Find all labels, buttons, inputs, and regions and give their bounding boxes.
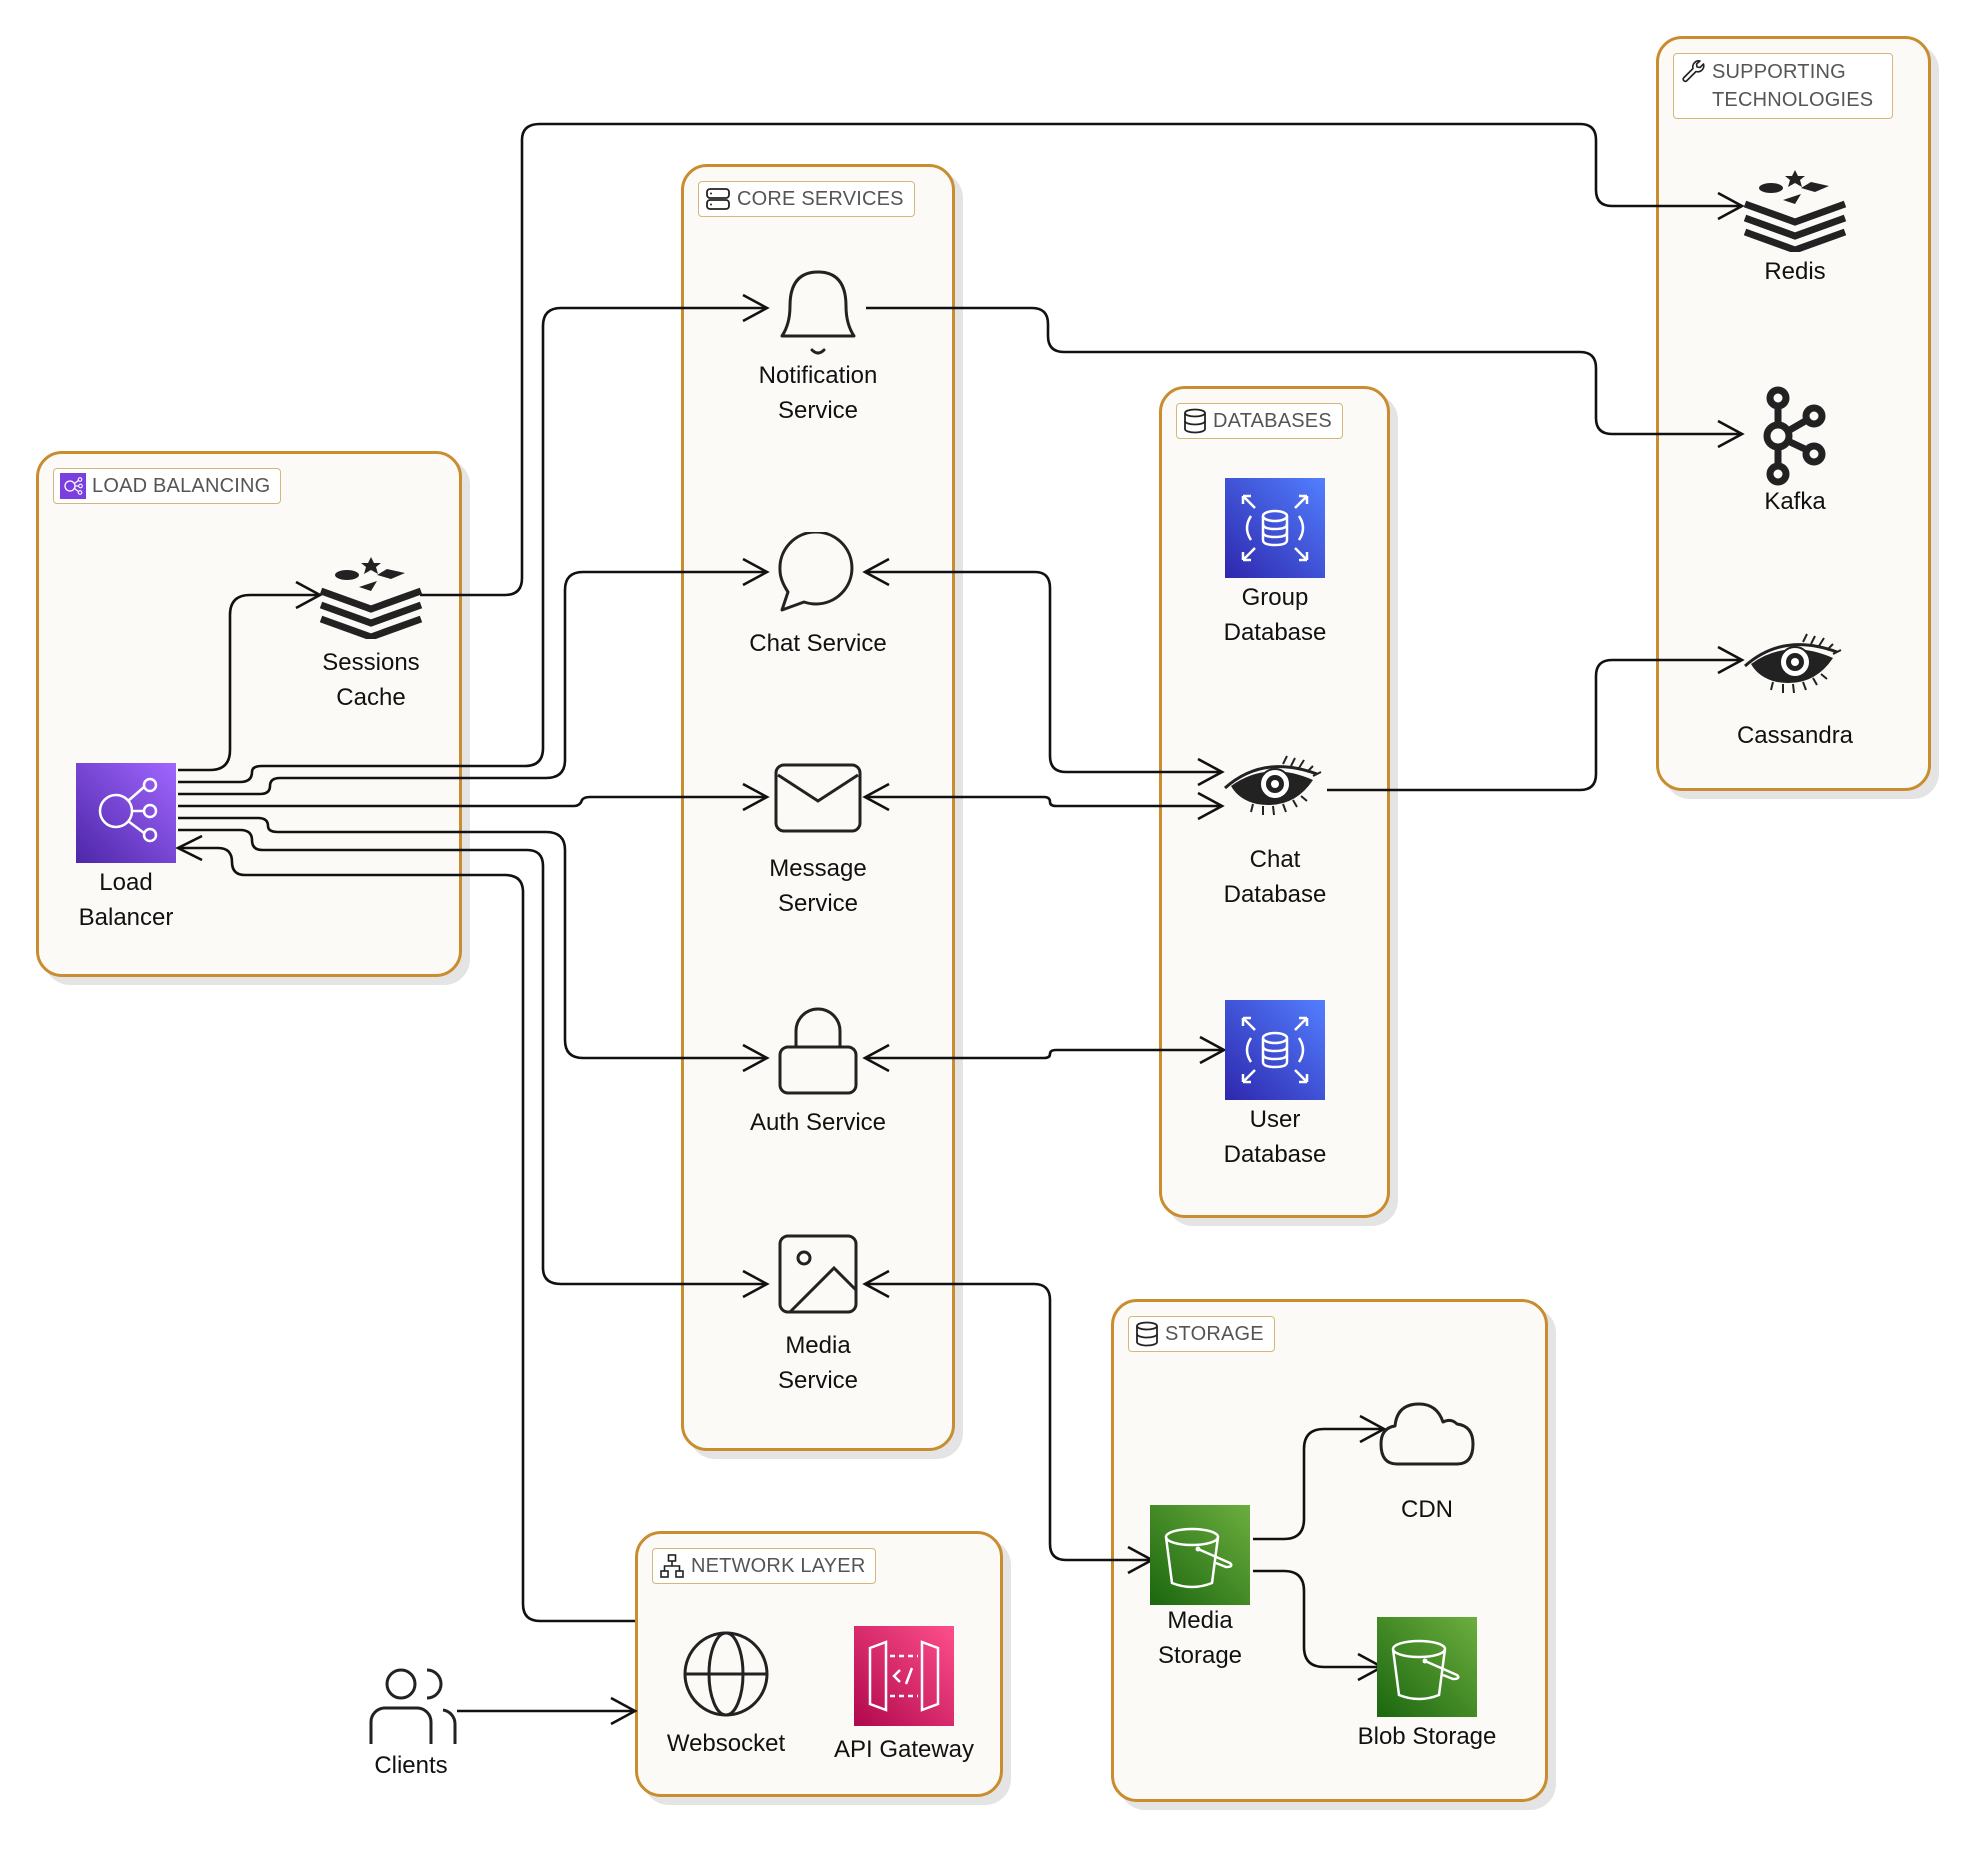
node-group-database[interactable]: Group Database	[1195, 478, 1355, 650]
group-title: DATABASES	[1213, 410, 1332, 432]
node-label: Cassandra	[1736, 722, 1854, 749]
group-title: NETWORK LAYER	[691, 1555, 866, 1577]
node-label: Load Balancer	[78, 869, 174, 931]
group-label-supporting-technologies: SUPPORTING TECHNOLOGIES	[1673, 53, 1893, 119]
node-chat-database[interactable]: Chat Database	[1195, 754, 1355, 912]
node-kafka[interactable]: Kafka	[1725, 386, 1865, 519]
node-cassandra[interactable]: Cassandra	[1725, 632, 1865, 753]
group-title: STORAGE	[1165, 1323, 1264, 1345]
node-label: API Gateway	[833, 1736, 975, 1763]
wrench-icon	[1682, 60, 1705, 83]
node-label: Group Database	[1223, 584, 1327, 646]
node-media-storage[interactable]: Media Storage	[1130, 1505, 1270, 1673]
redis-icon	[1743, 168, 1847, 252]
node-auth-service[interactable]: Auth Service	[728, 1007, 908, 1140]
node-media-service[interactable]: Media Service	[738, 1234, 898, 1398]
node-label: Media Storage	[1157, 1607, 1243, 1669]
image-icon	[778, 1234, 858, 1314]
node-label: Message Service	[769, 855, 867, 917]
redis-icon	[319, 555, 423, 639]
users-icon	[363, 1668, 459, 1748]
node-notification-service[interactable]: Notification Service	[738, 268, 898, 428]
group-title: LOAD BALANCING	[92, 475, 271, 497]
node-message-service[interactable]: Message Service	[738, 763, 898, 921]
node-label: Chat Database	[1223, 846, 1327, 908]
node-label: CDN	[1401, 1496, 1453, 1523]
node-label: User Database	[1223, 1106, 1327, 1168]
group-label-core-services: CORE SERVICES	[698, 181, 915, 217]
node-label: Media Service	[777, 1332, 859, 1394]
server-stack-icon	[706, 188, 730, 210]
group-label-network-layer: NETWORK LAYER	[652, 1548, 877, 1584]
cloud-icon	[1379, 1400, 1475, 1468]
api-gateway-icon	[854, 1626, 954, 1726]
database-icon	[1184, 408, 1206, 434]
chat-bubble-icon	[778, 532, 858, 614]
group-title: SUPPORTING TECHNOLOGIES	[1712, 61, 1874, 111]
node-cdn[interactable]: CDN	[1352, 1400, 1502, 1527]
load-balancer-icon	[60, 473, 86, 499]
bell-icon	[776, 268, 860, 358]
rds-icon	[1225, 1000, 1325, 1100]
cassandra-eye-icon	[1223, 754, 1327, 820]
node-sessions-cache[interactable]: Sessions Cache	[301, 555, 441, 715]
node-user-database[interactable]: User Database	[1195, 1000, 1355, 1172]
envelope-icon	[774, 763, 862, 833]
node-label: Kafka	[1764, 488, 1826, 515]
arrowhead	[610, 1696, 638, 1726]
globe-icon	[682, 1630, 770, 1718]
node-label: Blob Storage	[1357, 1723, 1497, 1750]
cassandra-eye-icon	[1743, 632, 1847, 698]
s3-bucket-icon	[1377, 1617, 1477, 1717]
node-load-balancer[interactable]: Load Balancer	[56, 763, 196, 935]
node-chat-service[interactable]: Chat Service	[728, 532, 908, 661]
group-title: CORE SERVICES	[737, 188, 904, 210]
kafka-icon	[1762, 386, 1828, 486]
s3-bucket-icon	[1150, 1505, 1250, 1605]
node-label: Clients	[374, 1752, 448, 1779]
node-websocket[interactable]: Websocket	[651, 1630, 801, 1761]
node-label: Notification Service	[758, 362, 878, 424]
node-blob-storage[interactable]: Blob Storage	[1337, 1617, 1517, 1754]
node-label: Websocket	[666, 1730, 786, 1757]
group-label-databases: DATABASES	[1176, 403, 1343, 439]
node-redis[interactable]: Redis	[1725, 168, 1865, 289]
edge-sessions-cache-redis	[420, 122, 1740, 597]
node-label: Redis	[1764, 258, 1826, 285]
node-clients[interactable]: Clients	[346, 1668, 476, 1783]
network-tree-icon	[660, 1554, 684, 1578]
node-label: Auth Service	[749, 1109, 887, 1136]
node-api-gateway[interactable]: API Gateway	[824, 1626, 984, 1767]
elb-icon	[76, 763, 176, 863]
node-label: Sessions Cache	[322, 649, 420, 711]
rds-icon	[1225, 478, 1325, 578]
group-label-storage: STORAGE	[1128, 1316, 1275, 1352]
database-icon	[1136, 1321, 1158, 1347]
node-label: Chat Service	[749, 630, 887, 657]
group-label-load-balancing: LOAD BALANCING	[53, 468, 282, 504]
lock-icon	[778, 1007, 858, 1095]
